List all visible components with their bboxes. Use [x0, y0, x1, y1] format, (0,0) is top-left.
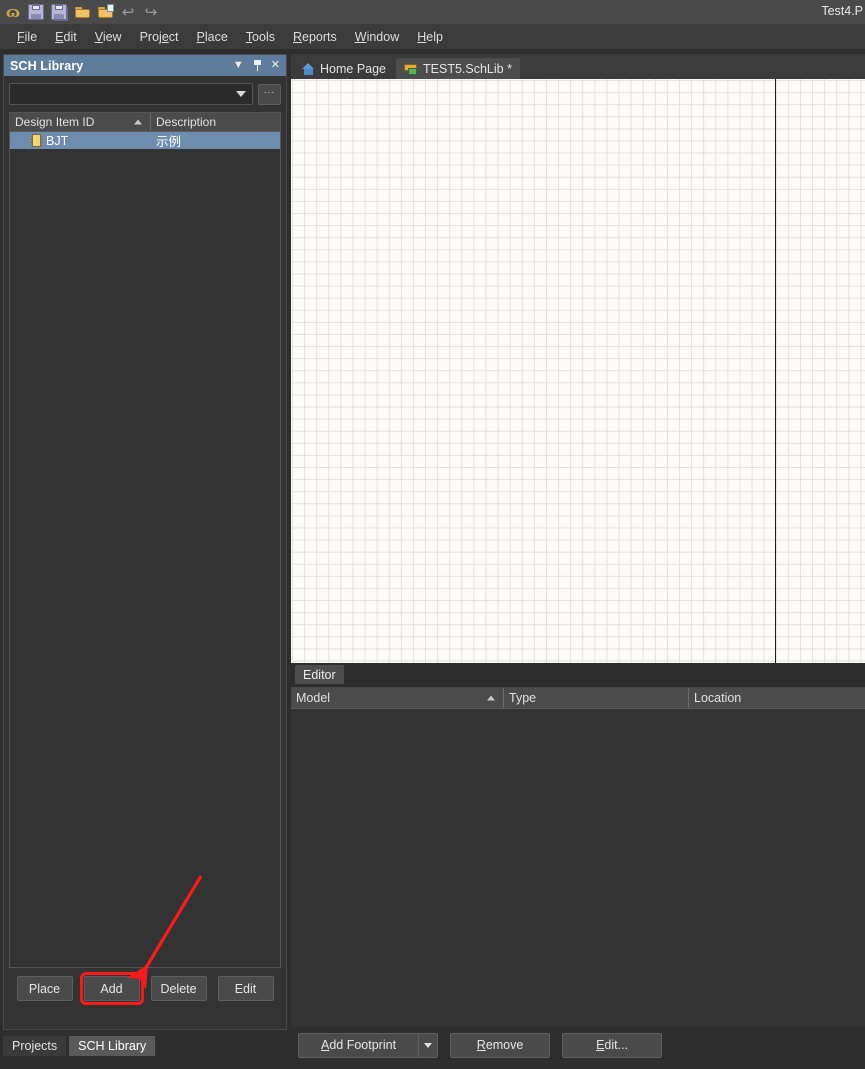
column-label: Design Item ID	[15, 115, 95, 129]
altium-designer-window: ɷ ↩ ↪ Test4.P File Edit View Project Pla…	[0, 0, 865, 1069]
menu-window[interactable]: Window	[346, 27, 408, 47]
column-header-model[interactable]: Model	[291, 688, 504, 708]
sch-library-action-buttons: Place Add Delete Edit	[4, 972, 286, 1005]
open-document-icon[interactable]	[95, 2, 115, 22]
canvas-vertical-axis-line	[775, 79, 776, 663]
schematic-library-canvas[interactable]	[291, 79, 865, 663]
cell-design-item-id: BJT	[10, 134, 151, 148]
add-footprint-button[interactable]: Add Footprint	[298, 1032, 419, 1058]
menu-project[interactable]: Project	[131, 27, 188, 47]
panel-menu-dropdown-icon[interactable]: ▼	[233, 60, 244, 71]
hotkey-letter: E	[596, 1038, 605, 1052]
sidebar-item-sch-library[interactable]: SCH Library	[69, 1036, 156, 1056]
hotkey-letter: R	[476, 1038, 486, 1052]
column-header-description[interactable]: Description	[151, 113, 280, 131]
delete-button[interactable]: Delete	[150, 976, 207, 1001]
sort-ascending-icon	[134, 119, 142, 125]
column-header-location[interactable]: Location	[689, 688, 865, 708]
column-label: Model	[296, 691, 331, 705]
model-grid-header: Model Type Location	[291, 688, 865, 709]
canvas-grid	[291, 79, 865, 663]
place-button[interactable]: Place	[16, 976, 73, 1001]
button-label: dit...	[604, 1038, 629, 1052]
column-header-type[interactable]: Type	[504, 688, 689, 708]
panel-pin-icon[interactable]	[253, 60, 262, 71]
add-footprint-dropdown-button[interactable]	[418, 1032, 439, 1058]
tab-label: Home Page	[320, 61, 387, 76]
cell-description: 示例	[156, 135, 182, 149]
button-label: dd Footprint	[329, 1038, 397, 1052]
chevron-down-icon	[236, 91, 246, 97]
tab-label: TEST5.SchLib *	[423, 61, 512, 76]
tab-home-page[interactable]: Home Page	[294, 58, 394, 79]
model-action-buttons: Add Footprint Remove Edit...	[291, 1031, 865, 1059]
sch-library-panel-header: SCH Library ▼ ✕	[4, 55, 286, 76]
menu-place[interactable]: Place	[188, 27, 237, 47]
altium-logo-icon[interactable]: ɷ	[3, 2, 23, 22]
table-row[interactable]: BJT 示例	[10, 132, 280, 149]
design-items-grid: Design Item ID Description BJT 示例	[9, 112, 281, 968]
panel-title: SCH Library	[10, 58, 84, 73]
left-panel-tabstrip: Projects SCH Library	[3, 1036, 156, 1056]
save-icon[interactable]	[26, 2, 46, 22]
edit-ellipsis-button[interactable]: Edit...	[562, 1032, 663, 1058]
menu-bar: File Edit View Project Place Tools Repor…	[0, 24, 865, 49]
redo-icon[interactable]: ↪	[141, 2, 161, 22]
title-bar: ɷ ↩ ↪ Test4.P	[0, 0, 865, 24]
menu-reports[interactable]: Reports	[284, 27, 346, 47]
column-label: Location	[694, 691, 742, 705]
sch-library-panel: SCH Library ▼ ✕ ... Design Item ID Descr…	[3, 54, 287, 1030]
editor-tab-bar: Editor	[291, 664, 865, 685]
browse-libraries-button[interactable]: ...	[258, 83, 281, 105]
remove-button[interactable]: Remove	[450, 1032, 551, 1058]
menu-view[interactable]: View	[86, 27, 131, 47]
hotkey-letter: A	[321, 1038, 330, 1052]
design-items-grid-header: Design Item ID Description	[10, 113, 280, 132]
design-item-id-text: BJT	[46, 133, 69, 148]
tab-editor[interactable]: Editor	[295, 665, 344, 684]
component-chip-icon	[31, 134, 42, 147]
chevron-down-icon	[424, 1042, 433, 1048]
button-label: emove	[485, 1038, 524, 1052]
add-button[interactable]: Add	[79, 972, 144, 1005]
schlib-icon	[404, 63, 418, 75]
tab-test5-schlib[interactable]: TEST5.SchLib *	[396, 58, 520, 79]
sort-ascending-icon	[487, 695, 495, 701]
quick-access-toolbar: ɷ ↩ ↪	[0, 2, 161, 22]
edit-button[interactable]: Edit	[217, 976, 274, 1001]
window-title: Test4.P	[821, 4, 863, 18]
library-filter-combo[interactable]	[9, 83, 253, 105]
home-icon	[302, 62, 315, 75]
sidebar-item-projects[interactable]: Projects	[3, 1036, 67, 1056]
menu-tools[interactable]: Tools	[237, 27, 284, 47]
library-filter-row: ...	[9, 83, 281, 105]
column-header-design-item-id[interactable]: Design Item ID	[10, 113, 151, 131]
menu-help[interactable]: Help	[408, 27, 452, 47]
open-folder-icon[interactable]	[72, 2, 92, 22]
undo-icon[interactable]: ↩	[118, 2, 138, 22]
menu-file[interactable]: File	[8, 27, 46, 47]
column-label: Type	[509, 691, 537, 705]
model-grid: Model Type Location	[291, 687, 865, 1027]
column-label: Description	[156, 115, 217, 129]
add-footprint-split-button: Add Footprint	[298, 1032, 439, 1058]
panel-close-icon[interactable]: ✕	[271, 60, 280, 71]
menu-edit[interactable]: Edit	[46, 27, 86, 47]
save-all-icon[interactable]	[49, 2, 69, 22]
document-tab-bar: Home Page TEST5.SchLib *	[291, 54, 865, 79]
